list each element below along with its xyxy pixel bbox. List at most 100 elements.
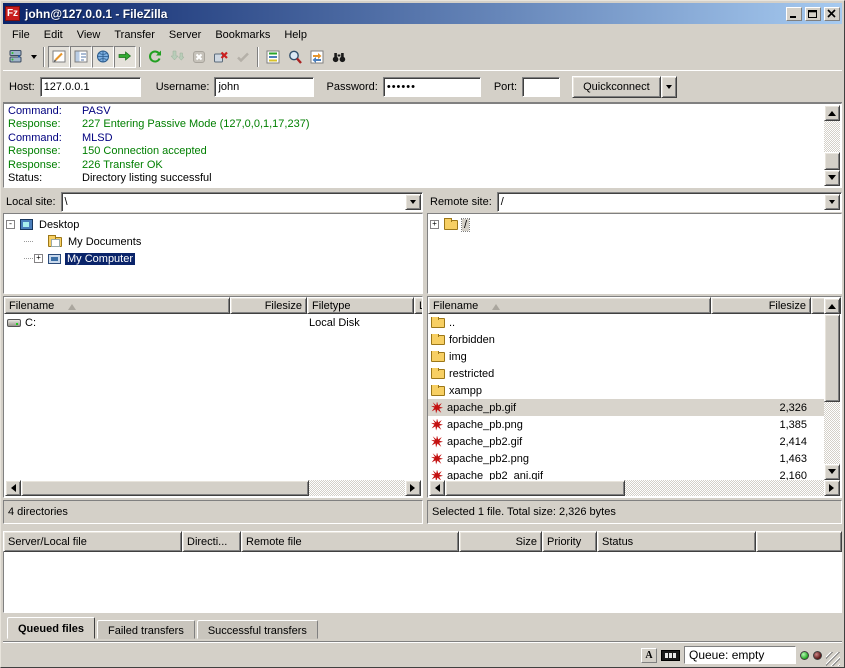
log-line-label: Status: <box>8 172 82 185</box>
quickconnect-dropdown[interactable] <box>661 76 677 98</box>
log-scrollbar[interactable] <box>824 105 840 186</box>
file-list-row[interactable]: apache_pb2.png 1,463 <box>428 450 825 467</box>
scroll-track[interactable] <box>824 121 840 152</box>
file-list-row[interactable]: apache_pb2.gif 2,414 <box>428 433 825 450</box>
column-header-lastmodified[interactable]: L <box>414 297 423 314</box>
scroll-thumb[interactable] <box>824 314 840 402</box>
file-list-row[interactable]: C: Local Disk <box>4 314 422 331</box>
menu-item[interactable]: Server <box>162 27 208 43</box>
queue-header: Server/Local file Directi... Remote file… <box>3 531 842 552</box>
maximize-button[interactable] <box>805 7 821 21</box>
tree-expander[interactable]: + <box>430 220 439 229</box>
menu-item[interactable]: Help <box>277 27 314 43</box>
minimize-button[interactable] <box>786 7 802 21</box>
resize-grip[interactable] <box>826 652 840 666</box>
scroll-track[interactable] <box>824 402 840 464</box>
menu-item[interactable]: File <box>5 27 37 43</box>
scroll-left-button[interactable] <box>5 480 21 496</box>
toggle-remote-tree-button[interactable] <box>92 46 114 68</box>
filename-filters-button[interactable] <box>262 46 284 68</box>
column-header-remote-file[interactable]: Remote file <box>241 531 459 552</box>
queue-list[interactable] <box>3 552 842 613</box>
file-list-row[interactable]: .. <box>428 314 825 331</box>
remote-horizontal-scrollbar[interactable] <box>429 480 840 496</box>
file-list-row[interactable]: forbidden <box>428 331 825 348</box>
directory-comparison-button[interactable] <box>284 46 306 68</box>
tree-item[interactable]: + My Computer <box>6 250 422 267</box>
toggle-transfer-queue-button[interactable] <box>114 46 136 68</box>
scroll-down-button[interactable] <box>824 464 840 480</box>
toggle-message-log-button[interactable] <box>48 46 70 68</box>
menu-item[interactable]: Edit <box>37 27 70 43</box>
local-site-dropdown-button[interactable] <box>405 194 421 210</box>
file-list-row[interactable]: apache_pb.png 1,385 <box>428 416 825 433</box>
scroll-right-button[interactable] <box>405 480 421 496</box>
file-list-row[interactable]: img <box>428 348 825 365</box>
file-list-row[interactable]: xampp <box>428 382 825 399</box>
scroll-thumb[interactable] <box>824 152 840 170</box>
disconnect-button[interactable] <box>210 46 232 68</box>
site-manager-dropdown[interactable] <box>27 46 40 68</box>
scroll-left-button[interactable] <box>429 480 445 496</box>
scroll-thumb[interactable] <box>445 480 625 496</box>
menu-item[interactable]: Bookmarks <box>208 27 277 43</box>
site-manager-button[interactable] <box>5 46 27 68</box>
tree-item[interactable]: + / <box>430 216 841 233</box>
column-header-direction[interactable]: Directi... <box>182 531 241 552</box>
queue-tab[interactable]: Queued files <box>7 617 95 639</box>
column-header-status[interactable]: Status <box>597 531 756 552</box>
column-header-server-local-file[interactable]: Server/Local file <box>3 531 182 552</box>
scroll-up-button[interactable] <box>824 105 840 121</box>
column-header-filesize[interactable]: Filesize <box>230 297 307 314</box>
column-header-filename[interactable]: Filename <box>4 297 230 314</box>
file-list-row[interactable]: apache_pb.gif 2,326 <box>428 399 825 416</box>
local-horizontal-scrollbar[interactable] <box>5 480 421 496</box>
queue-tab[interactable]: Failed transfers <box>97 620 195 639</box>
file-list-row[interactable]: apache_pb2_ani.gif 2,160 <box>428 467 825 481</box>
scroll-track[interactable] <box>309 480 405 496</box>
port-input[interactable] <box>522 77 560 97</box>
scroll-track[interactable] <box>625 480 824 496</box>
title-bar[interactable]: Fz john@127.0.0.1 - FileZilla <box>3 3 842 24</box>
host-input[interactable] <box>40 77 141 97</box>
tree-expander[interactable]: + <box>34 254 43 263</box>
column-header-size[interactable]: Size <box>459 531 542 552</box>
quickconnect-button[interactable]: Quickconnect <box>572 76 661 98</box>
username-input[interactable] <box>214 77 314 97</box>
remote-vertical-scrollbar[interactable] <box>824 298 840 480</box>
file-list-row[interactable]: restricted <box>428 365 825 382</box>
column-header-filename[interactable]: Filename <box>428 297 711 314</box>
file-size: 2,414 <box>711 436 811 448</box>
username-label: Username: <box>156 81 210 93</box>
process-queue-button[interactable] <box>166 46 188 68</box>
toggle-local-tree-button[interactable] <box>70 46 92 68</box>
refresh-button[interactable] <box>144 46 166 68</box>
find-files-button[interactable] <box>328 46 350 68</box>
menu-item[interactable]: Transfer <box>107 27 162 43</box>
cancel-operation-button[interactable] <box>188 46 210 68</box>
tree-item[interactable]: - Desktop <box>6 216 422 233</box>
synchronized-browsing-button[interactable] <box>306 46 328 68</box>
scroll-right-button[interactable] <box>824 480 840 496</box>
column-header-filetype[interactable]: Filetype <box>307 297 414 314</box>
local-site-combobox[interactable]: \ <box>61 192 423 212</box>
remote-site-combobox[interactable]: / <box>497 192 842 212</box>
column-header-priority[interactable]: Priority <box>542 531 597 552</box>
queue-tab[interactable]: Successful transfers <box>197 620 318 639</box>
password-input[interactable] <box>383 77 481 97</box>
folder-icon <box>431 386 445 396</box>
log-line: Command:PASV <box>8 105 841 118</box>
chevron-down-icon <box>410 200 416 207</box>
remote-site-dropdown-button[interactable] <box>824 194 840 210</box>
tree-expander[interactable]: - <box>6 220 15 229</box>
scroll-down-button[interactable] <box>824 170 840 186</box>
scroll-up-button[interactable] <box>824 298 840 314</box>
local-site-label: Local site: <box>6 196 56 208</box>
queue-tab-label: Successful transfers <box>208 625 307 637</box>
column-header-filesize[interactable]: Filesize <box>711 297 811 314</box>
close-button[interactable] <box>824 7 840 21</box>
scroll-thumb[interactable] <box>21 480 309 496</box>
abort-button[interactable] <box>232 46 254 68</box>
tree-item[interactable]: My Documents <box>6 233 422 250</box>
menu-item[interactable]: View <box>70 27 108 43</box>
